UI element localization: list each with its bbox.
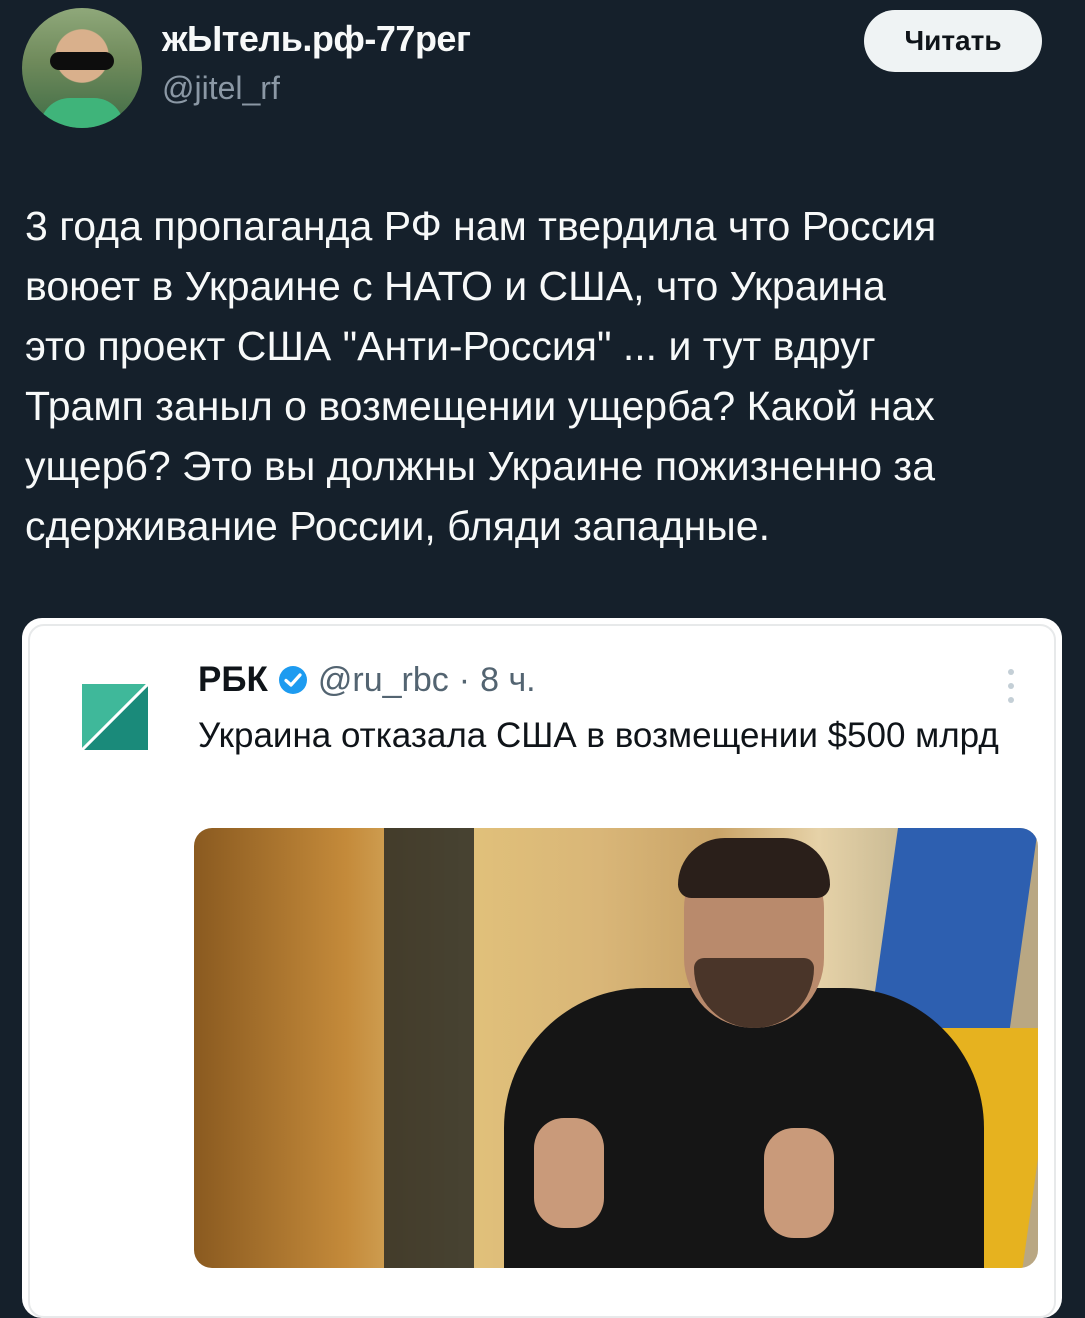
photo-wall-panel xyxy=(384,828,474,1268)
quoted-author-name[interactable]: РБК xyxy=(198,660,268,700)
avatar-shirt xyxy=(40,98,124,128)
verified-badge-icon xyxy=(278,666,307,694)
author-handle[interactable]: @jitel_rf xyxy=(162,70,470,107)
more-options-icon[interactable] xyxy=(1006,666,1016,706)
quoted-tweet-text: Украина отказала США в возмещении $500 м… xyxy=(198,716,999,755)
author-avatar[interactable] xyxy=(22,8,142,128)
quoted-timestamp[interactable]: 8 ч. xyxy=(480,661,536,700)
rbc-logo-icon xyxy=(82,684,148,750)
tweet-header: жЫтель.рф-77рег @jitel_rf Читать xyxy=(22,8,1062,128)
avatar-sunglasses xyxy=(50,52,114,70)
tweet-text: 3 года пропаганда РФ нам твердила что Ро… xyxy=(25,203,937,549)
quoted-tweet-header: РБК @ru_rbc · 8 ч. xyxy=(198,660,994,700)
photo-person-right-hand xyxy=(764,1128,834,1238)
photo-person-left-hand xyxy=(534,1118,604,1228)
quoted-separator: · xyxy=(458,660,471,699)
photo-person-hair xyxy=(678,838,830,898)
follow-button[interactable]: Читать xyxy=(864,10,1042,72)
quoted-tweet-frame: РБК @ru_rbc · 8 ч. Украина отказала США … xyxy=(28,624,1056,1318)
quoted-author-handle[interactable]: @ru_rbc xyxy=(318,661,449,700)
quoted-tweet-photo[interactable] xyxy=(194,828,1038,1268)
author-name[interactable]: жЫтель.рф-77рег xyxy=(162,18,471,60)
author-info: жЫтель.рф-77рег @jitel_rf xyxy=(162,18,471,107)
quoted-tweet[interactable]: РБК @ru_rbc · 8 ч. Украина отказала США … xyxy=(22,618,1062,1318)
